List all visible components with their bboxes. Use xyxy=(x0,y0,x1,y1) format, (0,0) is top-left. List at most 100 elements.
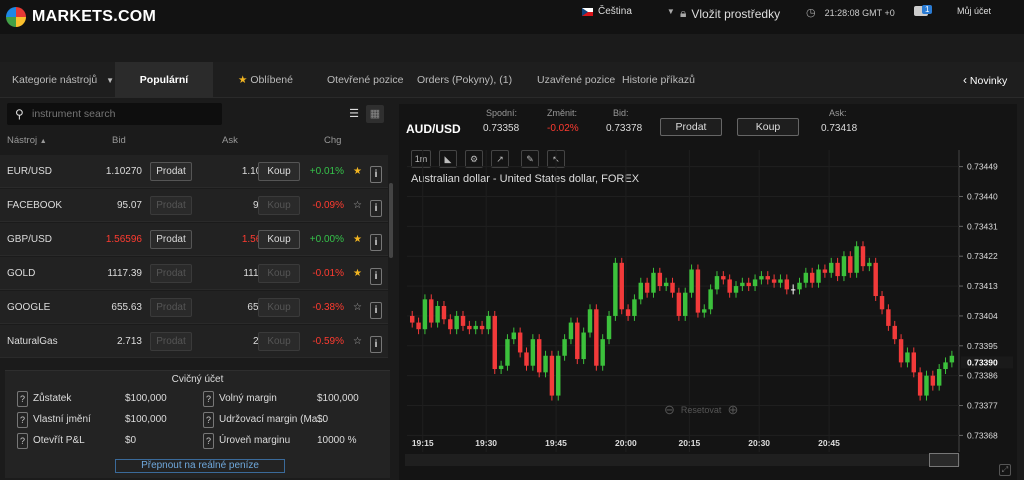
chart-navigator[interactable] xyxy=(405,454,960,466)
table-row[interactable]: GBP/USD 1.56596 Prodat 1.56626 Koup +0.0… xyxy=(0,223,388,256)
buy-button[interactable]: Koup xyxy=(737,118,799,136)
header-bid[interactable]: Bid xyxy=(112,135,126,146)
chevron-down-icon: ▼ xyxy=(666,7,675,16)
candle-body xyxy=(600,339,605,366)
info-button[interactable]: i xyxy=(370,268,382,285)
bid-value: 1.10270 xyxy=(105,166,142,177)
chart-type-icon[interactable]: ◣ xyxy=(439,150,457,168)
candle-body xyxy=(943,362,948,370)
star-filled-icon[interactable]: ★ xyxy=(353,234,362,245)
candle-body xyxy=(689,269,694,293)
grid-view-icon[interactable]: ▦ xyxy=(366,105,384,123)
my-account-link[interactable]: Můj účet xyxy=(957,6,991,16)
info-button[interactable]: i xyxy=(370,336,382,353)
star-outline-icon[interactable]: ☆ xyxy=(353,200,362,211)
help-icon[interactable]: ? xyxy=(203,433,214,449)
czech-flag-icon xyxy=(582,7,593,16)
top-bar: MARKETS.COM Čeština ▼ 🔒︎ Vložit prostřed… xyxy=(0,0,1024,34)
table-row[interactable]: NaturalGas 2.713 Prodat 2.719 Koup -0.59… xyxy=(0,325,388,358)
candle-body xyxy=(809,272,815,283)
instrument-name: GOLD xyxy=(7,268,36,279)
sell-button[interactable]: Prodat xyxy=(660,118,722,136)
candle-body xyxy=(498,365,504,370)
navigator-handle[interactable] xyxy=(929,453,959,467)
list-scrollbar[interactable] xyxy=(389,183,393,258)
candle-body xyxy=(867,262,872,267)
help-icon[interactable]: ? xyxy=(203,391,214,407)
search-input[interactable] xyxy=(32,106,217,122)
gear-icon[interactable]: ⚙ xyxy=(465,150,483,168)
star-outline-icon[interactable]: ☆ xyxy=(353,336,362,347)
messages-button[interactable]: 1 xyxy=(914,5,933,16)
instrument-name: EUR/USD xyxy=(7,166,53,177)
info-button[interactable]: i xyxy=(370,166,382,183)
info-button[interactable]: i xyxy=(370,302,382,319)
header-instrument[interactable]: Nástroj ▲ xyxy=(7,135,47,146)
buy-button[interactable]: Koup xyxy=(258,332,300,351)
header-instrument-label: Nástroj xyxy=(7,135,38,146)
account-item-label: Volný margin xyxy=(219,393,277,404)
sell-button[interactable]: Prodat xyxy=(150,230,192,249)
sell-button[interactable]: Prodat xyxy=(150,162,192,181)
candle-body xyxy=(784,279,790,290)
zoom-out-icon[interactable]: ⊖ xyxy=(664,402,675,418)
logo[interactable]: MARKETS.COM xyxy=(6,7,156,27)
help-icon[interactable]: ? xyxy=(17,391,28,407)
timeframe-button[interactable]: 1m xyxy=(411,150,431,168)
table-row[interactable]: EUR/USD 1.10270 Prodat 1.10300 Koup +0.0… xyxy=(0,155,388,188)
news-button[interactable]: ‹ Novinky xyxy=(963,62,1007,98)
reset-zoom-button[interactable]: Resetovat xyxy=(681,405,722,415)
table-row[interactable]: GOOGLE 655.63 Prodat 656.88 Koup -0.38% … xyxy=(0,291,388,324)
y-tick-label: 0.73422 xyxy=(967,251,998,261)
sell-button[interactable]: Prodat xyxy=(150,264,192,283)
y-tick-label: 0.73449 xyxy=(967,162,998,172)
zoom-in-icon[interactable]: ⊕ xyxy=(727,402,738,418)
news-label: Novinky xyxy=(969,75,1008,87)
tab-popular[interactable]: Populární xyxy=(115,62,213,98)
candle-body xyxy=(594,309,599,366)
switch-real-button[interactable]: Přepnout na reálné peníze xyxy=(115,459,285,473)
candle-body xyxy=(879,296,885,310)
info-button[interactable]: i xyxy=(370,234,382,251)
star-filled-icon[interactable]: ★ xyxy=(353,268,362,279)
star-outline-icon[interactable]: ☆ xyxy=(353,302,362,313)
buy-button[interactable]: Koup xyxy=(258,162,300,181)
logo-text: MARKETS.COM xyxy=(32,8,157,25)
candle-body xyxy=(854,246,859,273)
deposit-link[interactable]: 🔒︎ Vložit prostředky xyxy=(680,6,780,21)
header-chg[interactable]: Chg xyxy=(324,135,341,146)
buy-button[interactable]: Koup xyxy=(258,264,300,283)
sell-button[interactable]: Prodat xyxy=(150,196,192,215)
header-ask[interactable]: Ask xyxy=(222,135,238,146)
buy-button[interactable]: Koup xyxy=(258,196,300,215)
lock-icon: 🔒︎ xyxy=(680,6,687,20)
buy-button[interactable]: Koup xyxy=(258,230,300,249)
help-icon[interactable]: ? xyxy=(203,412,214,428)
fullscreen-icon[interactable]: ⤢ xyxy=(999,464,1011,476)
buy-button[interactable]: Koup xyxy=(258,298,300,317)
sell-button[interactable]: Prodat xyxy=(150,332,192,351)
tab-closed-positions[interactable]: Uzavřené pozice xyxy=(537,62,615,98)
help-icon[interactable]: ? xyxy=(17,412,28,428)
language-selector[interactable]: Čeština ▼ xyxy=(582,6,675,17)
indicators-icon[interactable]: ↗ xyxy=(491,150,509,168)
star-filled-icon[interactable]: ★ xyxy=(353,166,362,177)
info-button[interactable]: i xyxy=(370,200,382,217)
tab-open-positions[interactable]: Otevřené pozice xyxy=(327,62,403,98)
tab-orders[interactable]: Orders (Pokyny), (1) xyxy=(417,62,512,98)
pencil-icon[interactable]: ✎ xyxy=(521,150,539,168)
tab-favorites[interactable]: ★ Oblíbené xyxy=(238,62,293,98)
candle-body xyxy=(581,332,586,360)
tab-history[interactable]: Historie příkazů xyxy=(622,62,695,98)
help-icon[interactable]: ? xyxy=(17,433,28,449)
x-tick-label: 20:45 xyxy=(818,438,840,448)
list-view-icon[interactable]: ☰ xyxy=(345,105,363,123)
tab-categories[interactable]: Kategorie nástrojů ▼ xyxy=(12,62,114,98)
table-row[interactable]: GOLD 1117.39 Prodat 1118.09 Koup -0.01% … xyxy=(0,257,388,290)
sell-button[interactable]: Prodat xyxy=(150,298,192,317)
y-tick-label: 0.73395 xyxy=(967,341,998,351)
cursor-icon[interactable]: ↖ xyxy=(547,150,565,168)
table-row[interactable]: FACEBOOK 95.07 Prodat 95.29 Koup -0.09% … xyxy=(0,189,388,222)
candle-body xyxy=(651,272,656,293)
candle-body xyxy=(695,269,701,313)
